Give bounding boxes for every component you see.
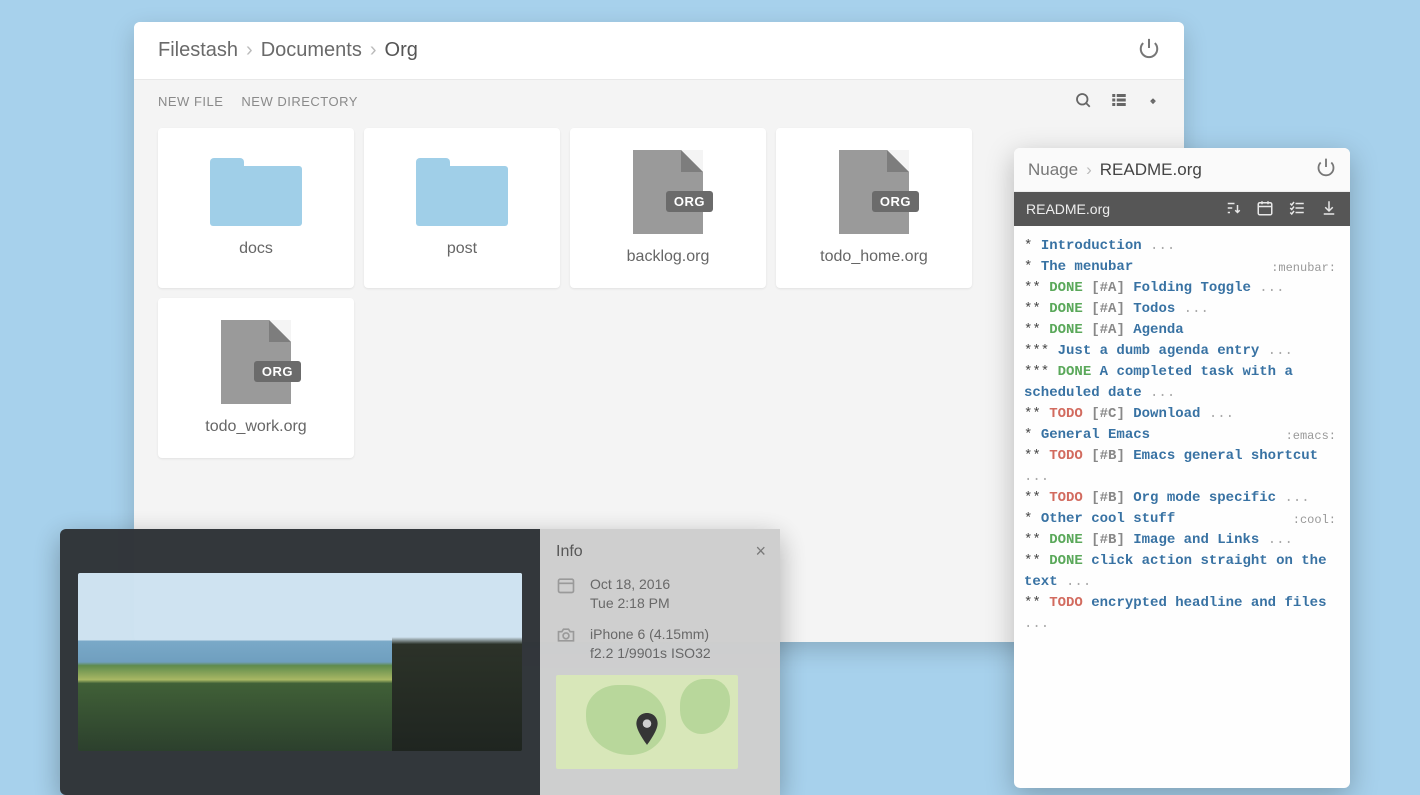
sort-icon[interactable] bbox=[1146, 91, 1160, 112]
org-headline[interactable]: *** Just a dumb agenda entry ... bbox=[1024, 341, 1340, 362]
editor-tab-name[interactable]: README.org bbox=[1026, 201, 1110, 217]
info-exposure: f2.2 1/9901s ISO32 bbox=[590, 644, 711, 663]
org-headline[interactable]: * The menubar:menubar: bbox=[1024, 257, 1340, 278]
folder-tile[interactable]: docs bbox=[158, 128, 354, 288]
file-tile[interactable]: ORG todo_home.org bbox=[776, 128, 972, 288]
camera-icon bbox=[556, 625, 578, 648]
info-camera: iPhone 6 (4.15mm) bbox=[590, 625, 711, 644]
tile-label: post bbox=[447, 240, 477, 258]
org-headline[interactable]: * Other cool stuff:cool: bbox=[1024, 509, 1340, 530]
search-icon[interactable] bbox=[1074, 91, 1092, 112]
info-date: Oct 18, 2016 bbox=[590, 575, 670, 594]
sort-descending-icon[interactable] bbox=[1224, 199, 1242, 220]
org-headline[interactable]: ** DONE [#A] Todos ... bbox=[1024, 299, 1340, 320]
chevron-right-icon: › bbox=[246, 39, 253, 62]
breadcrumb-item-current[interactable]: README.org bbox=[1100, 160, 1202, 180]
image-preview-pane bbox=[60, 529, 540, 795]
breadcrumb-item[interactable]: Documents bbox=[261, 39, 362, 62]
org-headline[interactable]: ** DONE click action straight on the tex… bbox=[1024, 551, 1340, 593]
power-icon[interactable] bbox=[1138, 37, 1160, 64]
org-headline[interactable]: ** TODO [#C] Download ... bbox=[1024, 404, 1340, 425]
org-headline[interactable]: ** DONE [#A] Agenda bbox=[1024, 320, 1340, 341]
file-type-badge: ORG bbox=[872, 191, 919, 212]
tile-label: docs bbox=[239, 240, 273, 258]
org-content[interactable]: * Introduction ...* The menubar:menubar:… bbox=[1014, 226, 1350, 645]
chevron-right-icon: › bbox=[1086, 160, 1092, 180]
map-pin-icon bbox=[634, 713, 660, 750]
org-headline[interactable]: ** TODO [#B] Emacs general shortcut ... bbox=[1024, 446, 1340, 488]
org-headline[interactable]: ** DONE [#B] Image and Links ... bbox=[1024, 530, 1340, 551]
close-icon[interactable]: × bbox=[755, 541, 766, 562]
org-headline[interactable]: * General Emacs:emacs: bbox=[1024, 425, 1340, 446]
info-panel-title: Info bbox=[556, 543, 764, 561]
info-panel: Info × Oct 18, 2016 Tue 2:18 PM iPhone 6… bbox=[540, 529, 780, 795]
org-headline[interactable]: ** TODO [#B] Org mode specific ... bbox=[1024, 488, 1340, 509]
file-icon: ORG bbox=[839, 150, 909, 234]
org-headline[interactable]: * Introduction ... bbox=[1024, 236, 1340, 257]
org-headline[interactable]: *** DONE A completed task with a schedul… bbox=[1024, 362, 1340, 404]
tile-label: todo_home.org bbox=[820, 248, 928, 266]
image-viewer-window: Info × Oct 18, 2016 Tue 2:18 PM iPhone 6… bbox=[60, 529, 780, 795]
editor-header: Nuage › README.org bbox=[1014, 148, 1350, 192]
new-directory-button[interactable]: NEW DIRECTORY bbox=[241, 94, 358, 109]
breadcrumb-item[interactable]: Filestash bbox=[158, 39, 238, 62]
tile-label: backlog.org bbox=[627, 248, 710, 266]
editor-window: Nuage › README.org README.org * Introduc… bbox=[1014, 148, 1350, 788]
file-icon: ORG bbox=[633, 150, 703, 234]
image-preview[interactable] bbox=[78, 573, 522, 751]
breadcrumb: Filestash › Documents › Org bbox=[158, 39, 418, 62]
breadcrumb-item[interactable]: Nuage bbox=[1028, 160, 1078, 180]
list-view-icon[interactable] bbox=[1110, 91, 1128, 112]
breadcrumb-item-current[interactable]: Org bbox=[385, 39, 418, 62]
file-tile[interactable]: ORG todo_work.org bbox=[158, 298, 354, 458]
file-browser-header: Filestash › Documents › Org bbox=[134, 22, 1184, 80]
download-icon[interactable] bbox=[1320, 199, 1338, 220]
file-browser-toolbar: NEW FILE NEW DIRECTORY bbox=[134, 80, 1184, 122]
folder-icon bbox=[210, 158, 302, 226]
location-map[interactable] bbox=[556, 675, 738, 769]
file-icon: ORG bbox=[221, 320, 291, 404]
editor-tabbar: README.org bbox=[1014, 192, 1350, 226]
file-type-badge: ORG bbox=[666, 191, 713, 212]
checklist-icon[interactable] bbox=[1288, 199, 1306, 220]
new-file-button[interactable]: NEW FILE bbox=[158, 94, 223, 109]
org-headline[interactable]: ** DONE [#A] Folding Toggle ... bbox=[1024, 278, 1340, 299]
calendar-icon bbox=[556, 575, 578, 598]
file-type-badge: ORG bbox=[254, 361, 301, 382]
tile-label: todo_work.org bbox=[205, 418, 306, 436]
folder-icon bbox=[416, 158, 508, 226]
info-time: Tue 2:18 PM bbox=[590, 594, 670, 613]
calendar-icon[interactable] bbox=[1256, 199, 1274, 220]
org-headline[interactable]: ** TODO encrypted headline and files ... bbox=[1024, 593, 1340, 635]
power-icon[interactable] bbox=[1316, 157, 1336, 182]
folder-tile[interactable]: post bbox=[364, 128, 560, 288]
chevron-right-icon: › bbox=[370, 39, 377, 62]
file-tile[interactable]: ORG backlog.org bbox=[570, 128, 766, 288]
